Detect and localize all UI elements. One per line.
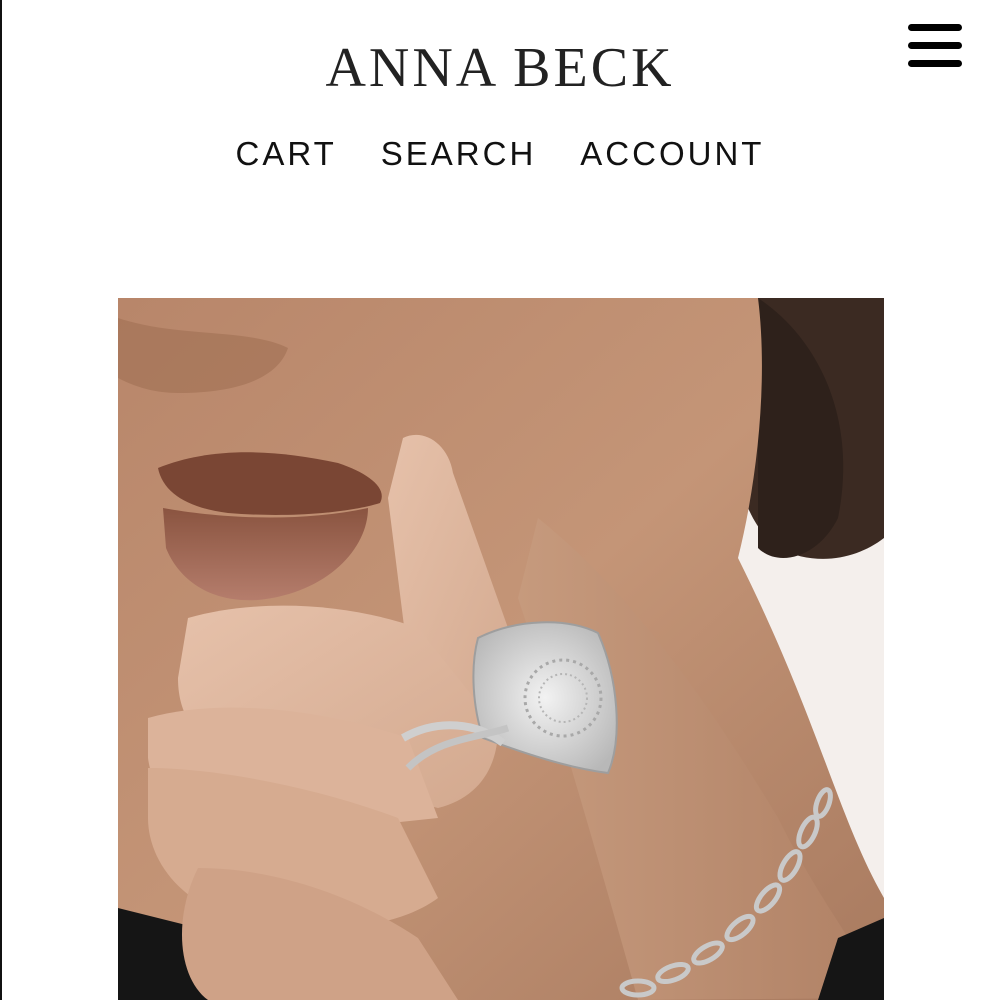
nav-account-link[interactable]: ACCOUNT: [580, 135, 764, 173]
hamburger-menu-icon[interactable]: [908, 22, 964, 70]
menu-bar: [908, 42, 962, 49]
menu-bar: [908, 24, 962, 31]
brand-logo[interactable]: ANNA BECK: [0, 38, 1000, 98]
nav-search-link[interactable]: SEARCH: [381, 135, 537, 173]
page: ANNA BECK CART SEARCH ACCOUNT: [0, 0, 1000, 1000]
hero-illustration: [118, 298, 884, 1000]
nav-cart-link[interactable]: CART: [236, 135, 337, 173]
hero-image[interactable]: [118, 298, 884, 1000]
main-nav: CART SEARCH ACCOUNT: [0, 132, 1000, 176]
menu-bar: [908, 60, 962, 67]
